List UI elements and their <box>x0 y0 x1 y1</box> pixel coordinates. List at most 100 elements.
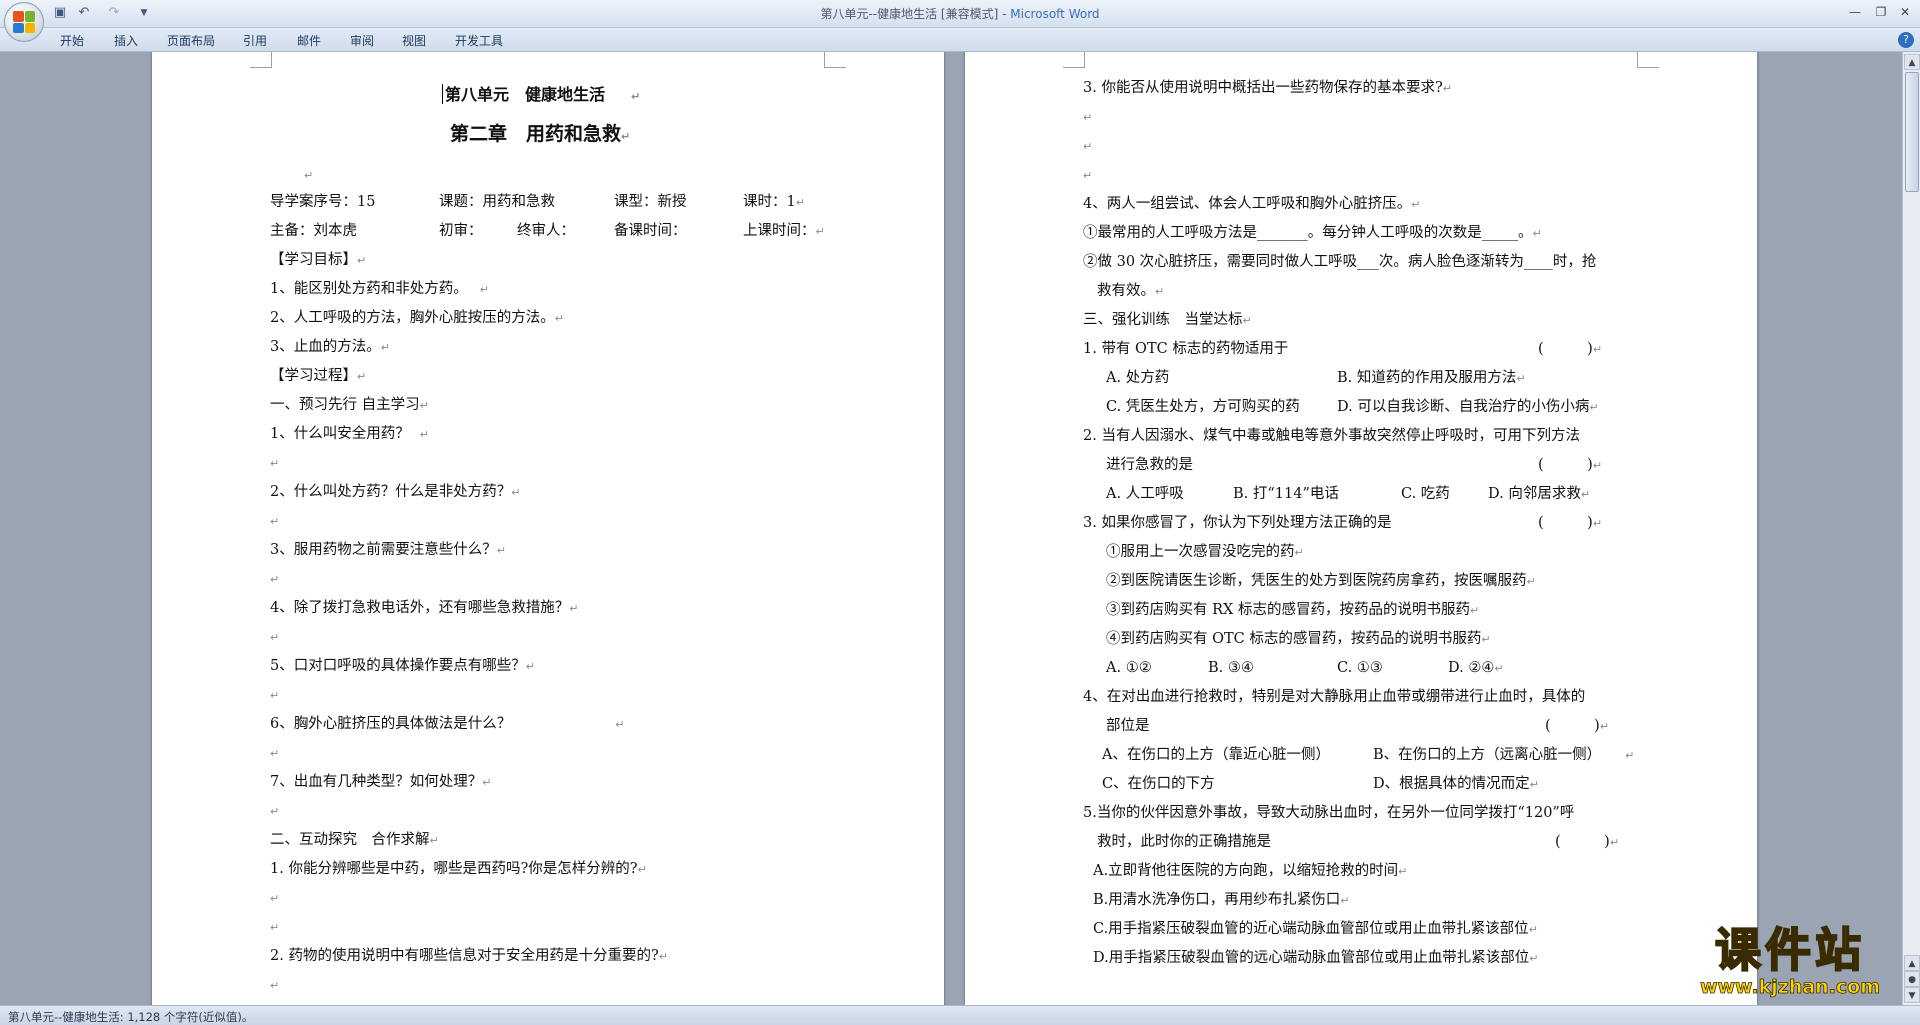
answer-bracket: ( )↵ <box>1538 515 1603 531</box>
answer-space: ↵ <box>270 921 280 934</box>
answer-space: ↵ <box>270 631 280 644</box>
answer-space: ↵ <box>270 747 280 760</box>
page-2[interactable]: 3. 你能否从使用说明中概括出一些药物保存的基本要求?↵ ↵ ↵ ↵ 4、两人一… <box>965 52 1757 1005</box>
mc-option: D.用手指紧压破裂血管的远心端动脉血管部位或用止血带扎紧该部位↵ <box>1093 950 1539 966</box>
mc-question-cont: 部位是 <box>1106 718 1150 734</box>
watermark-url: www.kjzhan.com <box>1699 976 1881 999</box>
status-bar: 第八单元--健康地生活: 1,128 个字符(近似值)。 <box>0 1005 1920 1025</box>
tab-references[interactable]: 引用 <box>243 32 267 49</box>
crop-mark <box>824 52 846 68</box>
title-document: 第八单元--健康地生活 [兼容模式] - <box>820 7 1011 21</box>
mc-option: C. 凭医生处方，方可购买的药 <box>1106 399 1300 415</box>
tab-review[interactable]: 审阅 <box>350 32 374 49</box>
section-heading: 【学习过程】↵ <box>270 368 367 384</box>
info-final-review: 终审人： <box>517 223 575 239</box>
answer-space: ↵ <box>270 805 280 818</box>
mc-option: B.用清水洗净伤口，再用纱布扎紧伤口↵ <box>1093 892 1350 908</box>
info-type: 课型：新授 <box>614 194 687 210</box>
ribbon-tab-bar: 开始 插入 页面布局 引用 邮件 审阅 视图 开发工具 ? <box>0 28 1920 52</box>
mc-option: C. 吃药 <box>1401 486 1450 502</box>
mc-option: A、在伤口的上方（靠近心脏一侧） <box>1102 747 1330 763</box>
answer-bracket: ( )↵ <box>1538 457 1603 473</box>
answer-space: ↵ <box>270 979 280 992</box>
question-item: 7、出血有几种类型？如何处理？↵ <box>270 774 492 790</box>
restore-icon[interactable]: ❐ <box>1870 3 1892 21</box>
close-icon[interactable]: ✕ <box>1894 3 1916 21</box>
info-first-review: 初审： <box>439 223 483 239</box>
statement-item: ③到药店购买有 RX 标志的感冒药，按药品的说明书服药↵ <box>1106 602 1480 618</box>
section-heading: 三、强化训练 当堂达标↵ <box>1083 312 1252 328</box>
text-cursor <box>442 84 443 104</box>
mc-question-cont: 救时，此时你的正确措施是 <box>1097 834 1271 850</box>
objective-item: 1、能区别处方药和非处方药。 ↵ <box>270 281 489 297</box>
mc-option: B、在伤口的上方（远离心脏一侧） ↵ <box>1373 747 1635 763</box>
section-heading: 二、互动探究 合作求解↵ <box>270 832 439 848</box>
question-item: 1. 你能分辨哪些是中药，哪些是西药吗?你是怎样分辨的?↵ <box>270 861 647 877</box>
tab-insert[interactable]: 插入 <box>114 32 138 49</box>
window-title: 第八单元--健康地生活 [兼容模式] - Microsoft Word <box>0 5 1920 22</box>
mc-option: C. ①③ <box>1337 660 1383 676</box>
mc-option: B. 打“114”电话 <box>1233 486 1339 502</box>
page-1[interactable]: 第八单元 健康地生活 ↵ 第二章 用药和急救↵ ↵ 导学案序号：15 课题：用药和… <box>152 52 944 1005</box>
answer-space: ↵ <box>270 892 280 905</box>
fill-blank-item: 救有效。↵ <box>1097 283 1165 299</box>
info-class-time: 上课时间：↵ <box>743 223 825 239</box>
question-item: 3、服用药物之前需要注意些什么？↵ <box>270 542 506 558</box>
crop-mark <box>1637 52 1659 68</box>
answer-space: ↵ <box>1083 140 1093 153</box>
mc-option: D. ②④↵ <box>1448 660 1504 676</box>
mc-option: D、根据具体的情况而定↵ <box>1373 776 1539 792</box>
scroll-up-icon[interactable]: ▲ <box>1904 54 1920 70</box>
office-logo-icon <box>13 11 35 33</box>
answer-space: ↵ <box>270 457 280 470</box>
document-area[interactable]: 第八单元 健康地生活 ↵ 第二章 用药和急救↵ ↵ 导学案序号：15 课题：用药和… <box>0 52 1902 1005</box>
question-item: 2. 药物的使用说明中有哪些信息对于安全用药是十分重要的?↵ <box>270 948 668 964</box>
mc-question: 4、在对出血进行抢救时，特别是对大静脉用止血带或绷带进行止血时，具体的 <box>1083 689 1586 705</box>
mc-option: A. 处方药 <box>1106 370 1170 386</box>
question-item: 2、什么叫处方药？什么是非处方药？↵ <box>270 484 521 500</box>
answer-space: ↵ <box>1083 169 1093 182</box>
question-item: 1、什么叫安全用药？ ↵ <box>270 426 429 442</box>
answer-bracket: ( )↵ <box>1555 834 1620 850</box>
mc-question: 1. 带有 OTC 标志的药物适用于 <box>1083 341 1289 357</box>
fill-blank-item: ①最常用的人工呼吸方法是_______。每分钟人工呼吸的次数是_____。↵ <box>1083 225 1542 241</box>
fill-blank-item: ②做 30 次心脏挤压，需要同时做人工呼吸___次。病人脸色逐渐转为____时，… <box>1083 254 1597 270</box>
info-hours: 课时：1↵ <box>743 194 805 210</box>
crop-mark <box>1063 52 1085 68</box>
info-prep-time: 备课时间： <box>614 223 687 239</box>
scrollbar-thumb[interactable] <box>1905 72 1919 192</box>
mc-option: C.用手指紧压破裂血管的近心端动脉血管部位或用止血带扎紧该部位↵ <box>1093 921 1538 937</box>
answer-space: ↵ <box>270 689 280 702</box>
mc-option: D. 向邻居求救↵ <box>1488 486 1591 502</box>
mc-question: 2. 当有人因溺水、煤气中毒或触电等意外事故突然停止呼吸时，可用下列方法 <box>1083 428 1580 444</box>
status-word-count[interactable]: 第八单元--健康地生活: 1,128 个字符(近似值)。 <box>8 1009 253 1025</box>
tab-view[interactable]: 视图 <box>402 32 426 49</box>
mc-question: 3. 如果你感冒了，你认为下列处理方法正确的是 <box>1083 515 1392 531</box>
info-serial: 导学案序号：15 <box>270 194 376 210</box>
answer-bracket: ( )↵ <box>1545 718 1610 734</box>
mc-question-cont: 进行急救的是 <box>1106 457 1193 473</box>
tab-developer[interactable]: 开发工具 <box>455 32 503 49</box>
statement-item: ②到医院请医生诊断，凭医生的处方到医院药房拿药，按医嘱服药↵ <box>1106 573 1536 589</box>
mc-option: C、在伤口的下方 <box>1102 776 1215 792</box>
help-icon[interactable]: ? <box>1898 32 1914 48</box>
site-watermark: 课件站 www.kjzhan.com <box>1665 923 1915 1000</box>
mc-option: D. 可以自我诊断、自我治疗的小伤小病↵ <box>1337 399 1599 415</box>
vertical-scrollbar[interactable]: ▲ ▲ ● ▼ <box>1902 52 1920 1005</box>
empty-paragraph: ↵ <box>304 169 314 182</box>
office-button[interactable] <box>4 2 44 42</box>
question-item: 4、除了拨打急救电话外，还有哪些急救措施？↵ <box>270 600 579 616</box>
question-item: 5、口对口呼吸的具体操作要点有哪些？↵ <box>270 658 535 674</box>
tab-home[interactable]: 开始 <box>60 32 84 49</box>
minimize-icon[interactable]: — <box>1844 3 1866 21</box>
question-item: 3. 你能否从使用说明中概括出一些药物保存的基本要求?↵ <box>1083 80 1452 96</box>
tab-mailings[interactable]: 邮件 <box>297 32 321 49</box>
mc-option: B. ③④ <box>1208 660 1254 676</box>
mc-option: B. 知道药的作用及服用方法↵ <box>1337 370 1526 386</box>
statement-item: ④到药店购买有 OTC 标志的感冒药，按药品的说明书服药↵ <box>1106 631 1491 647</box>
mc-option: A. ①② <box>1106 660 1152 676</box>
watermark-title: 课件站 <box>1714 923 1865 977</box>
unit-title: 第八单元 健康地生活 ↵ <box>442 84 640 106</box>
title-app-name: Microsoft Word <box>1010 7 1100 21</box>
tab-page-layout[interactable]: 页面布局 <box>167 32 215 49</box>
